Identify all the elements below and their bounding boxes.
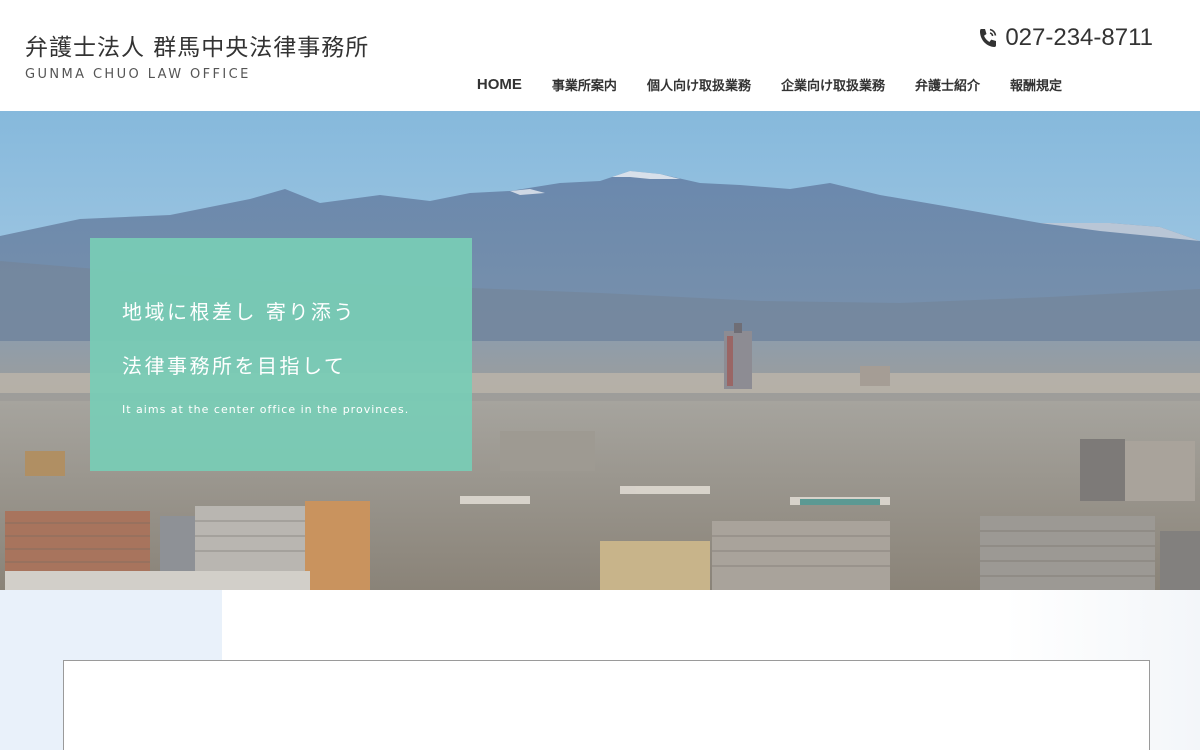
nav-item-fees[interactable]: 報酬規定	[1010, 75, 1062, 94]
nav-item-office-info[interactable]: 事業所案内	[552, 75, 617, 94]
hero-headline-line-1: 地域に根差し 寄り添う	[122, 300, 356, 324]
logo-japanese-name: 弁護士法人 群馬中央法律事務所	[25, 35, 370, 61]
nav-item-home[interactable]: HOME	[477, 76, 522, 93]
site-header: 弁護士法人 群馬中央法律事務所 GUNMA CHUO LAW OFFICE 02…	[0, 0, 1200, 111]
hero-headline-line-2: 法律事務所を目指して	[122, 354, 347, 378]
nav-item-lawyers[interactable]: 弁護士紹介	[915, 75, 980, 94]
hero-message-card: 地域に根差し 寄り添う 法律事務所を目指して It aims at the ce…	[90, 238, 472, 471]
hero-subtitle: It aims at the center office in the prov…	[122, 403, 410, 416]
nav-item-individual-services[interactable]: 個人向け取扱業務	[647, 75, 751, 94]
page: 弁護士法人 群馬中央法律事務所 GUNMA CHUO LAW OFFICE 02…	[0, 0, 1200, 750]
phone-icon	[977, 26, 999, 50]
nav-item-corporate-services[interactable]: 企業向け取扱業務	[781, 75, 885, 94]
logo-english-name: GUNMA CHUO LAW OFFICE	[25, 67, 251, 82]
global-navigation: HOME 事業所案内 個人向け取扱業務 企業向け取扱業務 弁護士紹介 報酬規定	[477, 72, 1062, 96]
content-box	[63, 660, 1150, 750]
phone-number[interactable]: 027-234-8711	[977, 24, 1153, 52]
site-logo[interactable]: 弁護士法人 群馬中央法律事務所 GUNMA CHUO LAW OFFICE	[25, 32, 369, 82]
hero-banner: 地域に根差し 寄り添う 法律事務所を目指して It aims at the ce…	[0, 111, 1200, 590]
phone-number-text: 027-234-8711	[1005, 24, 1153, 51]
